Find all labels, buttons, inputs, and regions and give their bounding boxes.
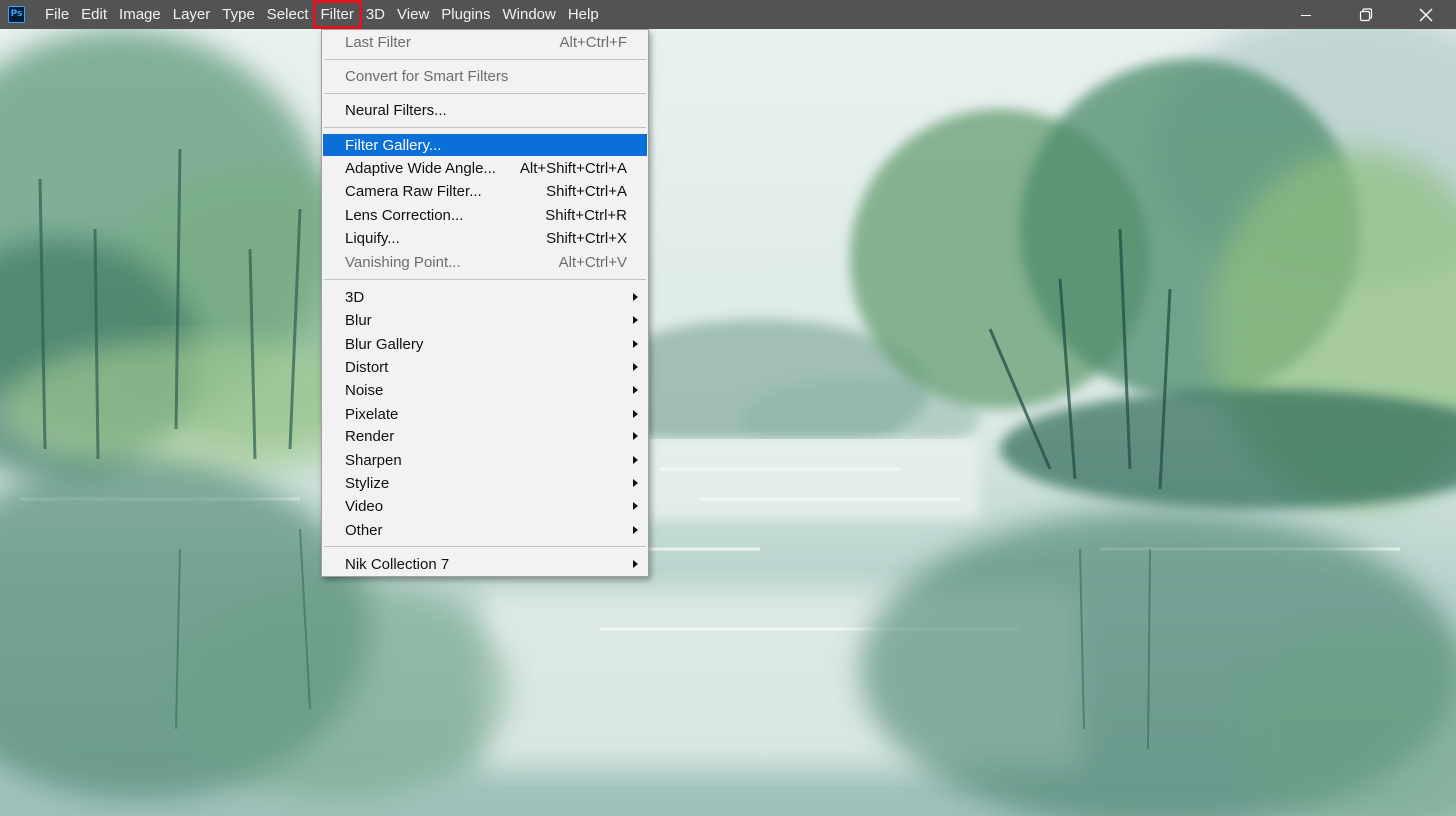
menu-item-sharpen[interactable]: Sharpen [323,449,647,471]
menu-item-label: Lens Correction... [345,206,464,224]
menu-items: File Edit Image Layer Type Select Filter 3D View… [39,0,605,29]
menu-item-label: Stylize [345,474,390,492]
menu-item-label: Adaptive Wide Angle... [345,159,496,177]
submenu-arrow-icon [633,386,638,394]
menu-item-label: Distort [345,358,389,376]
menu-item-label: 3D [345,288,365,306]
menu-item-3d[interactable]: 3D [323,286,647,308]
menu-type[interactable]: Type [216,2,261,27]
menu-item-shortcut: Shift+Ctrl+X [546,229,627,247]
menu-select[interactable]: Select [261,2,315,27]
menu-plugins[interactable]: Plugins [435,2,496,27]
menu-item-label: Render [345,427,395,445]
menu-item-blur[interactable]: Blur [323,309,647,331]
menu-item-label: Noise [345,381,384,399]
menu-item-label: Last Filter [345,33,411,51]
filter-menu-dropdown: Last Filter Alt+Ctrl+F Convert for Smart F… [321,29,649,577]
menu-item-adaptive-wide-angle[interactable]: Adaptive Wide Angle... Alt+Shift+Ctrl+A [323,157,647,179]
close-icon [1419,8,1433,21]
menu-item-label: Blur Gallery [345,335,424,353]
menu-item-distort[interactable]: Distort [323,356,647,378]
menu-item-shortcut: Alt+Ctrl+F [559,33,627,51]
submenu-arrow-icon [633,363,638,371]
menu-item-shortcut: Shift+Ctrl+A [546,182,627,200]
menu-image[interactable]: Image [113,2,167,27]
menu-item-blur-gallery[interactable]: Blur Gallery [323,333,647,355]
menu-item-label: Filter Gallery... [345,136,442,154]
menu-item-video[interactable]: Video [323,495,647,517]
menu-item-other[interactable]: Other [323,519,647,541]
submenu-arrow-icon [633,502,638,510]
menu-window[interactable]: Window [496,2,561,27]
menu-help[interactable]: Help [562,2,605,27]
menu-separator [324,127,646,128]
menu-item-label: Camera Raw Filter... [345,182,482,200]
submenu-arrow-icon [633,293,638,301]
menu-separator [324,546,646,547]
close-button[interactable] [1396,0,1456,29]
menu-item-label: Other [345,521,383,539]
window-controls [1276,0,1456,29]
watercolor-landscape-image [0,29,1456,816]
menu-item-label: Liquify... [345,229,400,247]
document-canvas[interactable] [0,29,1456,816]
menu-item-render[interactable]: Render [323,425,647,447]
submenu-arrow-icon [633,316,638,324]
menu-separator [324,279,646,280]
menu-view[interactable]: View [391,2,435,27]
menu-item-shortcut: Shift+Ctrl+R [545,206,627,224]
submenu-arrow-icon [633,456,638,464]
submenu-arrow-icon [633,526,638,534]
menu-item-camera-raw-filter[interactable]: Camera Raw Filter... Shift+Ctrl+A [323,180,647,202]
menu-separator [324,59,646,60]
restore-icon [1359,7,1373,21]
submenu-arrow-icon [633,560,638,568]
submenu-arrow-icon [633,410,638,418]
photoshop-logo-icon[interactable]: Ps [8,6,25,23]
menu-edit[interactable]: Edit [75,2,113,27]
menu-item-label: Nik Collection 7 [345,555,450,573]
submenu-arrow-icon [633,432,638,440]
menu-filter[interactable]: Filter [312,0,362,29]
menu-item-label: Blur [345,311,372,329]
menu-item-label: Neural Filters... [345,101,447,119]
menu-layer[interactable]: Layer [167,2,217,27]
restore-button[interactable] [1336,0,1396,29]
menu-item-stylize[interactable]: Stylize [323,472,647,494]
menu-item-convert-for-smart-filters[interactable]: Convert for Smart Filters [323,65,647,87]
menu-item-label: Convert for Smart Filters [345,67,509,85]
menu-item-pixelate[interactable]: Pixelate [323,403,647,425]
menu-item-vanishing-point[interactable]: Vanishing Point... Alt+Ctrl+V [323,251,647,273]
menu-item-label: Vanishing Point... [345,253,461,271]
menu-item-noise[interactable]: Noise [323,379,647,401]
menu-item-shortcut: Alt+Shift+Ctrl+A [519,159,627,177]
minimize-icon [1301,14,1311,16]
menu-item-label: Sharpen [345,451,402,469]
submenu-arrow-icon [633,340,638,348]
menu-item-label: Video [345,497,384,515]
submenu-arrow-icon [633,479,638,487]
menu-item-neural-filters[interactable]: Neural Filters... [323,99,647,121]
menu-file[interactable]: File [39,2,75,27]
menu-item-shortcut: Alt+Ctrl+V [558,253,627,271]
menu-item-liquify[interactable]: Liquify... Shift+Ctrl+X [323,227,647,249]
menu-item-nik-collection-7[interactable]: Nik Collection 7 [323,553,647,575]
menu-item-lens-correction[interactable]: Lens Correction... Shift+Ctrl+R [323,204,647,226]
menu-3d[interactable]: 3D [360,2,391,27]
minimize-button[interactable] [1276,0,1336,29]
menu-item-last-filter[interactable]: Last Filter Alt+Ctrl+F [323,31,647,53]
menu-separator [324,93,646,94]
menu-item-filter-gallery[interactable]: Filter Gallery... [323,134,647,156]
menu-item-label: Pixelate [345,405,399,423]
menubar: Ps File Edit Image Layer Type Select Filter 3D V… [0,0,1456,29]
